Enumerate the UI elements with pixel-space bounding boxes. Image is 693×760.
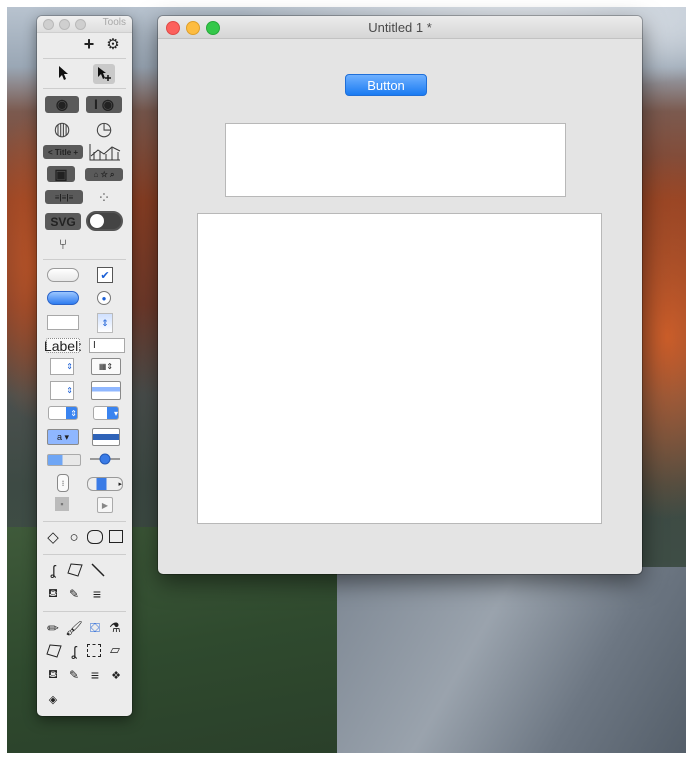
brush-icon[interactable]: 🖌 xyxy=(65,619,83,637)
combo-tool-icon[interactable]: a ▾ xyxy=(47,429,79,445)
polygon-tool-icon[interactable] xyxy=(66,561,84,579)
rounded-rect-shape-icon[interactable] xyxy=(87,530,103,544)
paint-bucket-icon[interactable]: ⛾ xyxy=(45,586,61,602)
line-tool-icon[interactable] xyxy=(89,561,107,579)
progress-tool-icon[interactable] xyxy=(47,454,81,466)
pattern-icon[interactable]: ❖ xyxy=(108,667,124,683)
gear-icon[interactable]: ⚙ xyxy=(105,36,121,53)
push-button[interactable]: Button xyxy=(345,74,427,96)
pen-icon[interactable]: ✎ xyxy=(66,667,82,683)
spray-can-icon[interactable]: ⚗ xyxy=(107,619,123,637)
menu-tool-icon[interactable] xyxy=(92,428,120,446)
divider xyxy=(43,259,126,260)
tree-icon[interactable]: ⑂ xyxy=(55,234,71,254)
toggle-knob xyxy=(90,214,104,228)
rectangle-shape-icon[interactable] xyxy=(109,530,123,543)
tools-title: Tools xyxy=(102,17,126,28)
tools-zoom-button[interactable] xyxy=(75,19,86,30)
disclosure-tool-icon[interactable]: ⇕ xyxy=(97,313,113,333)
fill-bucket-icon[interactable]: ⛋ xyxy=(86,619,104,637)
eraser-icon[interactable]: ▱ xyxy=(107,642,123,658)
add-icon[interactable]: + xyxy=(81,34,97,54)
curve-tool-icon[interactable]: ʆ xyxy=(45,561,61,579)
checkbox-tool-icon[interactable]: ✔ xyxy=(97,267,113,283)
android-text-icon[interactable]: I ◉ xyxy=(86,96,122,113)
divider xyxy=(43,611,126,612)
movie-tool-icon[interactable]: ▶ xyxy=(97,497,113,513)
pulldown-tool-icon[interactable]: ▾ xyxy=(93,406,119,420)
wallpaper-rock xyxy=(337,567,686,753)
pen-icon[interactable]: ✎ xyxy=(66,586,82,602)
line-width-icon[interactable]: ≡ xyxy=(89,586,105,602)
divider xyxy=(43,554,126,555)
globe-icon[interactable]: ◍ xyxy=(51,118,73,140)
text-field-tool-icon[interactable]: I xyxy=(89,338,125,353)
toggle-switch-icon[interactable] xyxy=(86,211,123,231)
default-button-tool[interactable] xyxy=(47,291,79,305)
lasso-icon[interactable]: ʆ xyxy=(66,642,82,660)
spinner-icon[interactable]: ⁘ xyxy=(93,187,115,209)
align-icon[interactable]: ≡|≡|≡ xyxy=(45,190,83,204)
window-titlebar[interactable]: Untitled 1 * xyxy=(158,16,642,39)
canvas-area[interactable] xyxy=(197,213,602,524)
title-bar-widget[interactable]: < Title + xyxy=(43,145,83,159)
radio-tool-icon[interactable]: ● xyxy=(97,291,111,305)
image-well-tool-icon[interactable]: ▪ xyxy=(55,497,69,511)
divider xyxy=(43,521,126,522)
stepper-tool-icon[interactable]: ⁝ xyxy=(57,474,69,492)
lasso-polygon-icon[interactable] xyxy=(45,642,63,660)
diamond-shape-icon[interactable]: ◇ xyxy=(45,529,61,546)
tools-palette: Tools + ⚙ ◉ I ◉ ◍ ◷ < Title + ▣ ⌂ ☆ ⌕ ≡|… xyxy=(37,16,132,716)
divider xyxy=(43,58,126,59)
number-field-tool-icon[interactable]: ⇕ xyxy=(50,358,74,375)
line-width-icon[interactable]: ≡ xyxy=(87,667,103,683)
marquee-icon[interactable] xyxy=(87,644,101,657)
window-title: Untitled 1 * xyxy=(368,20,432,35)
tools-close-button[interactable] xyxy=(43,19,54,30)
eyedropper-icon[interactable]: ◈ xyxy=(45,691,61,707)
label-tool[interactable]: Label: xyxy=(44,338,82,354)
segmented-icon[interactable]: ⌂ ☆ ⌕ xyxy=(85,168,123,181)
document-window: Untitled 1 * Button xyxy=(158,16,642,574)
tools-titlebar[interactable]: Tools xyxy=(37,16,132,33)
list-tool-icon[interactable]: ⇕ xyxy=(50,381,74,400)
outline-tool-icon[interactable] xyxy=(91,381,121,400)
pencil-icon[interactable]: ✏ xyxy=(45,619,61,637)
slider-tool-icon[interactable] xyxy=(89,452,121,466)
chart-icon[interactable] xyxy=(87,141,123,163)
pointer-tool-icon[interactable] xyxy=(55,64,73,82)
oval-shape-icon[interactable]: ○ xyxy=(66,529,82,546)
tools-minimize-button[interactable] xyxy=(59,19,70,30)
android-icon[interactable]: ◉ xyxy=(45,96,79,113)
clock-icon[interactable]: ◷ xyxy=(93,118,115,140)
divider xyxy=(43,88,126,89)
svg-widget[interactable]: SVG xyxy=(45,213,81,230)
level-indicator-tool-icon[interactable]: ▸ xyxy=(87,477,123,491)
push-button-tool[interactable] xyxy=(47,268,79,282)
popup-tool-icon[interactable]: ⇕ xyxy=(48,406,78,420)
paint-bucket-icon[interactable]: ⛾ xyxy=(45,667,61,683)
bevel-button-tool[interactable] xyxy=(47,315,79,330)
monitor-icon[interactable]: ▣ xyxy=(47,166,75,182)
table-tool-icon[interactable]: ▦⇕ xyxy=(91,358,121,375)
move-tool-icon[interactable] xyxy=(93,64,115,84)
text-area[interactable] xyxy=(225,123,566,197)
